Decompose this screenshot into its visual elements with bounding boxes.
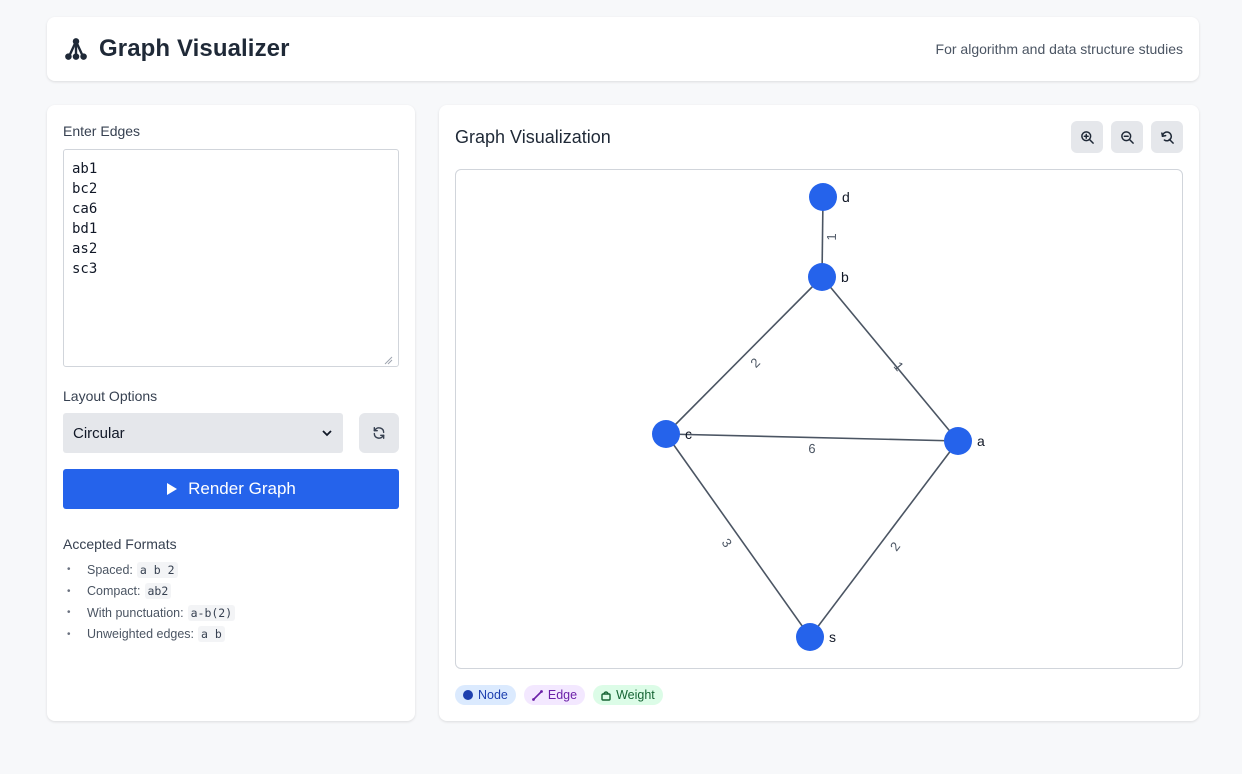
legend: Node Edge Weight xyxy=(455,685,663,705)
visualization-title: Graph Visualization xyxy=(455,127,611,147)
edges-label: Enter Edges xyxy=(63,123,141,139)
formats-list: • Spaced: a b 2 • Compact: ab2 • With punctua… xyxy=(67,559,236,646)
brand: Graph Visualizer xyxy=(63,35,290,63)
graph-edge-c-s xyxy=(665,433,811,638)
input-panel: Enter Edges ab1 bc2 ca6 bd1 as2 sc3 Layo… xyxy=(47,105,415,721)
weight-icon xyxy=(601,690,611,701)
graph-node-d[interactable] xyxy=(809,183,837,211)
legend-node: Node xyxy=(455,685,516,705)
layout-select[interactable]: Circular xyxy=(63,413,343,453)
graph-node-s[interactable] xyxy=(796,623,824,651)
zoom-in-icon xyxy=(1080,130,1094,144)
edge-weight-label: 1 xyxy=(891,359,907,374)
refresh-icon xyxy=(373,427,385,439)
reset-zoom-button[interactable] xyxy=(1151,121,1183,153)
graph-node-c[interactable] xyxy=(652,420,680,448)
edge-weight-label: 6 xyxy=(808,441,816,456)
graph-edge-b-a xyxy=(821,276,959,442)
node-label: a xyxy=(977,433,985,449)
list-item: • With punctuation: a-b(2) xyxy=(67,602,236,624)
app-title: Graph Visualizer xyxy=(99,35,290,62)
circle-icon xyxy=(463,690,473,700)
node-label: d xyxy=(842,189,850,205)
visualization-panel: Graph Visualization 1 2 1 6 3 2 d b c a s Node Edg… xyxy=(439,105,1199,721)
render-graph-button[interactable]: Render Graph xyxy=(63,469,399,509)
legend-edge: Edge xyxy=(523,685,586,705)
formats-title: Accepted Formats xyxy=(63,536,177,552)
app-header: Graph Visualizer For algorithm and data … xyxy=(47,17,1199,81)
edges-textarea[interactable]: ab1 bc2 ca6 bd1 as2 sc3 xyxy=(63,149,399,367)
node-label: s xyxy=(829,629,836,645)
zoom-out-icon xyxy=(1120,130,1134,144)
graph-edge-b-c xyxy=(665,276,823,435)
layout-select-value: Circular xyxy=(73,424,125,442)
graph-edge-a-s xyxy=(809,440,959,638)
render-graph-label: Render Graph xyxy=(188,479,296,498)
graph-canvas[interactable]: 1 2 1 6 3 2 d b c a s xyxy=(455,169,1183,669)
graph-node-a[interactable] xyxy=(944,427,972,455)
node-label: c xyxy=(685,426,692,442)
edge-weight-label: 2 xyxy=(747,355,763,371)
resize-handle-icon[interactable] xyxy=(384,356,393,365)
graph-node-b[interactable] xyxy=(808,263,836,291)
play-icon xyxy=(167,483,178,495)
graph-tree-icon xyxy=(65,38,87,60)
list-item: • Unweighted edges: a b xyxy=(67,624,235,646)
app-subtitle: For algorithm and data structure studies xyxy=(935,41,1183,57)
edge-weight-label: 3 xyxy=(719,536,735,551)
diagonal-line-icon xyxy=(531,689,543,701)
graph-svg[interactable]: 1 2 1 6 3 2 d b c a s xyxy=(456,170,1182,668)
zoom-in-button[interactable] xyxy=(1071,121,1103,153)
node-label: b xyxy=(841,269,849,285)
graph-edge-c-a xyxy=(665,433,959,442)
legend-weight: Weight xyxy=(593,685,663,705)
edge-weight-label: 2 xyxy=(887,539,903,554)
reset-zoom-icon xyxy=(1160,130,1174,144)
zoom-out-button[interactable] xyxy=(1111,121,1143,153)
refresh-layout-button[interactable] xyxy=(359,413,399,453)
edge-weight-label: 1 xyxy=(824,233,839,240)
list-item: • Compact: ab2 xyxy=(67,581,235,603)
list-item: • Spaced: a b 2 xyxy=(67,559,235,581)
layout-label: Layout Options xyxy=(63,388,158,404)
chevron-down-icon xyxy=(322,430,332,437)
